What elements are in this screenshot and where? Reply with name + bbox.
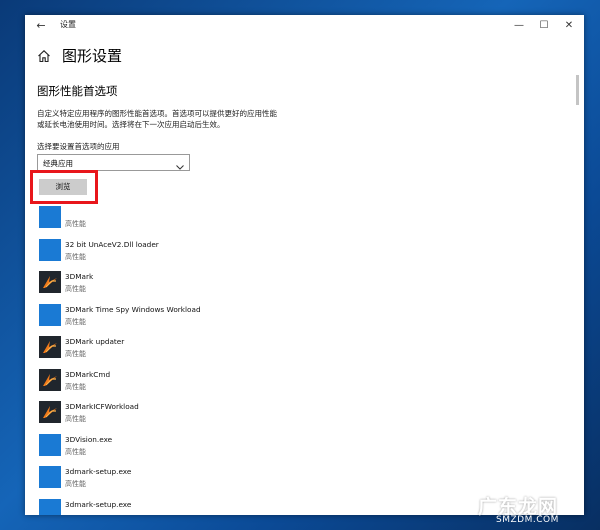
close-icon[interactable]: ✕ (561, 18, 577, 34)
app-list: 高性能 32 bit UnAceV2.Dll loader 高性能 3DMark… (25, 204, 584, 515)
arrow-left-icon[interactable]: ← (33, 18, 49, 34)
minimize-icon[interactable]: — (511, 18, 527, 34)
app-performance: 高性能 (65, 480, 86, 488)
blue-app-tile-icon (39, 206, 61, 228)
scrollbar[interactable] (576, 75, 579, 105)
app-performance: 高性能 (65, 350, 86, 358)
watermark: 广东龙网 SMZDM.COM (478, 492, 598, 528)
app-name: 3DMark Time Spy Windows Workload (65, 304, 201, 314)
dropdown-value: 经典应用 (43, 159, 73, 168)
maximize-icon[interactable]: ☐ (536, 18, 552, 34)
list-item[interactable]: 高性能 (25, 204, 584, 237)
chevron-down-icon (175, 157, 185, 170)
description-line-1: 自定义特定应用程序的图形性能首选项。首选项可以提供更好的应用性能 (37, 109, 277, 118)
3dmark-icon (39, 336, 61, 358)
app-performance: 高性能 (65, 220, 86, 228)
app-name: 32 bit UnAceV2.Dll loader (65, 239, 159, 249)
list-item[interactable]: 3DMarkICFWorkload 高性能 (25, 399, 584, 432)
blue-app-tile-icon (39, 303, 61, 326)
list-item[interactable]: 3DVision.exe 高性能 (25, 432, 584, 465)
blue-app-tile-icon (39, 238, 61, 261)
app-performance: 高性能 (65, 447, 86, 456)
app-performance: 高性能 (65, 415, 86, 423)
app-performance: 高性能 (65, 285, 86, 293)
3dmark-icon (39, 271, 61, 293)
list-item[interactable]: 32 bit UnAceV2.Dll loader 高性能 (25, 237, 584, 270)
app-name: 3dmark-setup.exe (65, 467, 132, 476)
app-name: 3DMark updater (65, 337, 125, 346)
app-name: 3DMarkCmd (65, 369, 111, 379)
blue-app-tile-icon (39, 466, 61, 488)
highlight-box (30, 170, 98, 204)
description-line-2: 或延长电池使用时间。选择将在下一次应用启动后生效。 (37, 120, 225, 129)
settings-window: ← 设置 — ☐ ✕ 图形设置 图形性能首选项 自定义特定应用程序的图形性能首选… (25, 15, 584, 515)
app-name: 3DMark (65, 272, 94, 281)
list-item[interactable]: 3DMarkCmd 高性能 (25, 367, 584, 400)
3dmark-icon (39, 401, 61, 423)
home-icon[interactable] (37, 48, 51, 63)
watermark-subtext: SMZDM.COM (496, 515, 559, 525)
3dmark-icon (39, 368, 61, 391)
window-title: 设置 (60, 20, 76, 29)
app-performance: 高性能 (65, 382, 86, 391)
app-performance: 高性能 (65, 252, 86, 261)
list-item[interactable]: 3DMark 高性能 (25, 269, 584, 302)
list-item[interactable]: 3DMark updater 高性能 (25, 334, 584, 367)
blue-app-tile-icon (39, 433, 61, 456)
app-name: 3dmark-setup.exe (65, 499, 132, 509)
blue-app-tile-icon (39, 498, 61, 515)
select-app-label: 选择要设置首选项的应用 (37, 142, 120, 151)
page-title: 图形设置 (62, 47, 123, 65)
description: 自定义特定应用程序的图形性能首选项。首选项可以提供更好的应用性能 或延长电池使用… (37, 108, 307, 130)
list-item[interactable]: 3DMark Time Spy Windows Workload 高性能 (25, 302, 584, 335)
app-performance: 高性能 (65, 317, 86, 326)
title-bar: ← 设置 — ☐ ✕ (25, 15, 584, 37)
app-name: 3DMarkICFWorkload (65, 402, 139, 411)
section-title: 图形性能首选项 (37, 84, 118, 98)
app-type-dropdown[interactable]: 经典应用 (37, 154, 190, 171)
app-name: 3DVision.exe (65, 434, 113, 444)
